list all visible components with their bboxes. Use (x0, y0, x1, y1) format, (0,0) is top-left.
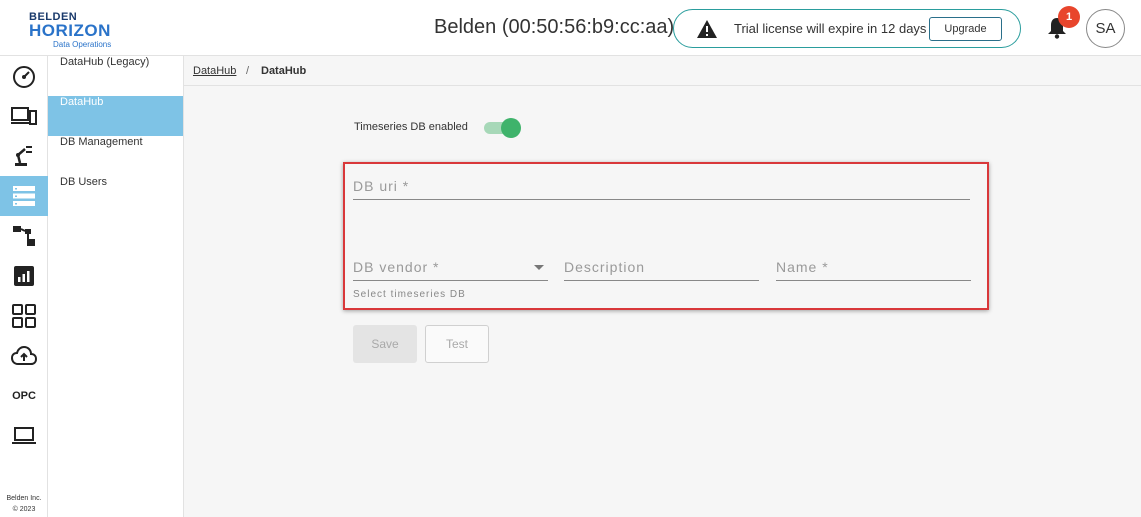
breadcrumb: DataHub / DataHub (184, 56, 1141, 86)
opc-text-icon: OPC (12, 390, 36, 402)
devices-icon (11, 107, 37, 125)
notification-count-badge: 1 (1058, 6, 1080, 28)
device-title: Belden (00:50:56:b9:cc:aa) (434, 16, 675, 38)
nav-devices[interactable] (0, 96, 48, 136)
db-vendor-placeholder: DB vendor * (353, 259, 440, 275)
cloud-upload-icon (11, 345, 37, 365)
breadcrumb-link-datahub[interactable]: DataHub (193, 65, 236, 77)
subnav-item-datahub[interactable]: DataHub (48, 96, 183, 136)
apps-grid-icon (12, 304, 36, 328)
subnav-item-datahub-legacy[interactable]: DataHub (Legacy) (48, 56, 183, 96)
flow-diagram-icon (13, 226, 35, 246)
test-button[interactable]: Test (425, 325, 489, 363)
breadcrumb-current: DataHub (261, 65, 307, 77)
copyright-company: Belden Inc. (6, 495, 42, 502)
nav-devices-laptop[interactable] (0, 416, 48, 456)
nav-cloud-upload[interactable] (0, 336, 48, 376)
icon-sidebar: OPC Belden Inc. © 2023 (0, 56, 48, 517)
nav-database[interactable] (0, 176, 48, 216)
db-vendor-hint: Select timeseries DB (353, 289, 466, 300)
logo-line-3: Data Operations (53, 40, 112, 49)
nav-flows[interactable] (0, 216, 48, 256)
user-avatar[interactable]: SA (1086, 9, 1125, 48)
toggle-knob (501, 118, 521, 138)
analytics-chart-icon (14, 266, 34, 286)
db-uri-field[interactable]: DB uri * (353, 172, 970, 200)
name-field[interactable]: Name * (776, 253, 971, 281)
subnav-item-db-users[interactable]: DB Users (48, 176, 183, 216)
copyright: Belden Inc. © 2023 (0, 493, 48, 515)
warning-icon (697, 20, 717, 38)
logo-line-2: HORIZON (29, 21, 111, 40)
sub-navigation: DataHub (Legacy) DataHub DB Management D… (48, 56, 184, 517)
copyright-year: © 2023 (12, 506, 36, 513)
description-field[interactable]: Description (564, 253, 759, 281)
chevron-down-icon (534, 265, 544, 270)
timeseries-db-toggle[interactable] (484, 118, 522, 138)
nav-opc[interactable]: OPC (0, 376, 48, 416)
database-icon (13, 186, 35, 206)
top-bar: BELDEN HORIZON Data Operations Belden (0… (0, 0, 1141, 56)
db-uri-placeholder: DB uri * (353, 178, 410, 194)
timeseries-toggle-label: Timeseries DB enabled (354, 121, 468, 133)
trial-license-banner: Trial license will expire in 12 days Upg… (673, 9, 1021, 48)
upgrade-button[interactable]: Upgrade (929, 17, 1002, 41)
name-placeholder: Name * (776, 259, 829, 275)
description-placeholder: Description (564, 259, 646, 275)
nav-robotics[interactable] (0, 136, 48, 176)
robot-arm-icon (15, 146, 32, 166)
laptop-icon (12, 427, 36, 444)
breadcrumb-separator: / (246, 65, 250, 77)
nav-apps[interactable] (0, 296, 48, 336)
nav-dashboard[interactable] (0, 56, 48, 96)
db-vendor-select[interactable]: DB vendor * (353, 253, 548, 281)
trial-message: Trial license will expire in 12 days (734, 21, 927, 36)
nav-analytics[interactable] (0, 256, 48, 296)
dashboard-gauge-icon (13, 66, 35, 88)
belden-horizon-logo[interactable]: BELDEN HORIZON Data Operations (29, 9, 119, 49)
subnav-item-db-management[interactable]: DB Management (48, 136, 183, 176)
save-button[interactable]: Save (353, 325, 417, 363)
